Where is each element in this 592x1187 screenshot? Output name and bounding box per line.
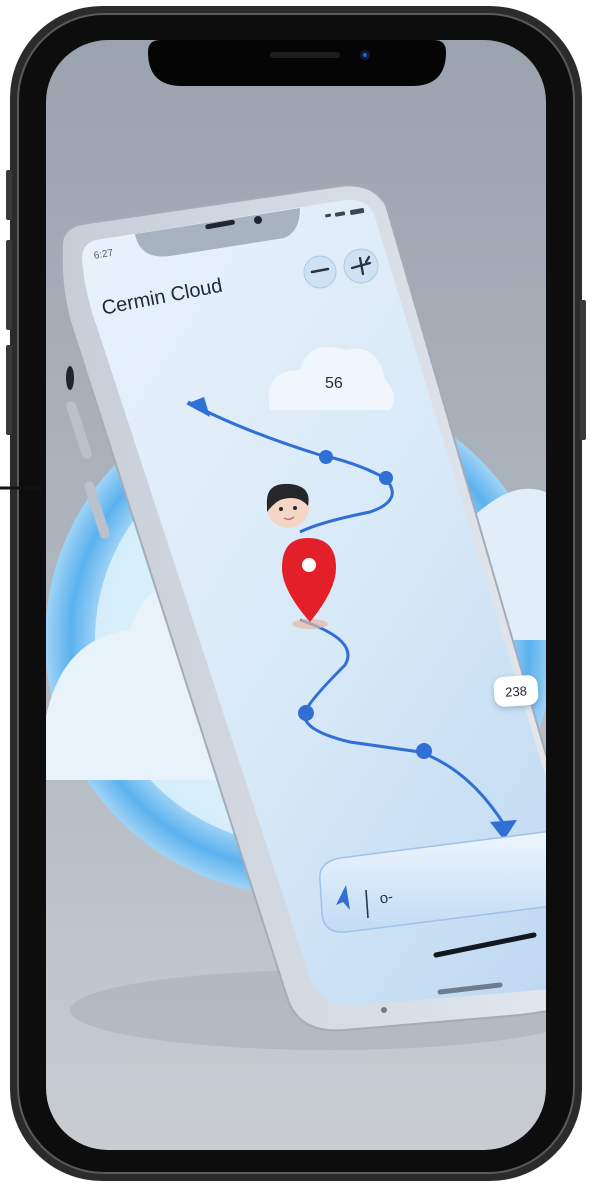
route-waypoint[interactable] [298, 705, 314, 721]
route-waypoint[interactable] [379, 471, 393, 485]
route-waypoint[interactable] [416, 743, 432, 759]
side-button-power [580, 300, 586, 440]
distance-badge-label: 238 [504, 682, 528, 700]
route-waypoint[interactable] [319, 450, 333, 464]
top-left-round-button[interactable] [303, 255, 337, 289]
cloud-badge: 56 [325, 375, 343, 392]
top-right-round-button[interactable] [343, 248, 379, 284]
side-button-volume-down [6, 345, 12, 435]
person-avatar-icon[interactable] [266, 483, 309, 528]
outer-notch [148, 40, 446, 86]
scene: 6:27 Cermin Cloud 56 238 o- [0, 0, 592, 1187]
side-button-mute [6, 170, 12, 220]
scene-graphics [0, 6, 586, 1181]
distance-badge[interactable]: 238 [493, 674, 539, 708]
side-button-volume-up [6, 240, 12, 330]
outer-screen [46, 40, 546, 1150]
earpiece [270, 52, 340, 58]
